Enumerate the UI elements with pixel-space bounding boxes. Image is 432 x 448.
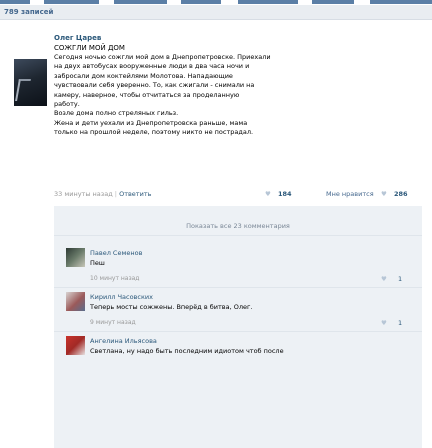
post-line: на двух автобусах вооруженные люди в два…: [54, 62, 250, 71]
post-line: Жена и дети уехали из Днепропетровска ра…: [54, 118, 248, 127]
comment-like-count[interactable]: 1: [398, 319, 402, 327]
post-author[interactable]: Олег Царев: [54, 34, 101, 42]
meta-separator: |: [114, 190, 117, 198]
wall-header: 789 записей: [0, 5, 432, 20]
post-time-group: 33 минуты назад | Ответить: [54, 190, 151, 198]
comment-time[interactable]: 10 минут назад: [90, 275, 139, 282]
commenter-avatar[interactable]: [66, 292, 85, 311]
post-line: работу.: [54, 100, 80, 109]
divider: [54, 331, 422, 332]
commenter-avatar[interactable]: [66, 336, 85, 355]
post-line: Сегодня ночью сожгли мой дом в Днепропет…: [54, 53, 271, 61]
comment-time[interactable]: 9 минут назад: [90, 319, 136, 326]
post-meta: 33 минуты назад | Ответить ♥ 184 Мне нра…: [54, 190, 422, 200]
commenter-name[interactable]: Кирилл Часовских: [90, 293, 153, 301]
post-line: только на прошлой неделе, поэтому никто …: [54, 128, 254, 137]
author-avatar[interactable]: [14, 59, 47, 106]
commenter-name[interactable]: Ангелина Ильясова: [90, 337, 157, 345]
posts-count[interactable]: 789 записей: [4, 8, 53, 16]
heart-icon[interactable]: ♥: [381, 190, 387, 198]
like-button[interactable]: Мне нравится: [326, 190, 374, 198]
comment-like-count[interactable]: 1: [398, 275, 402, 283]
post-body: Сегодня ночью сожгли мой дом в Днепропет…: [54, 53, 419, 138]
like-count[interactable]: 286: [394, 190, 408, 198]
post-counter[interactable]: 184: [278, 190, 292, 198]
divider: [54, 235, 422, 236]
post-line: забросали дом коктейлями Молотова. Напад…: [54, 71, 233, 80]
post-title: СОЖГЛИ МОЙ ДОМ: [54, 44, 125, 52]
comment-text: Светлана, ну надо быть последним идиотом…: [90, 347, 284, 355]
show-all-comments-link[interactable]: Показать все 23 комментария: [54, 222, 422, 230]
commenter-avatar[interactable]: [66, 248, 85, 267]
heart-icon[interactable]: ♥: [381, 319, 387, 327]
post-time[interactable]: 33 минуты назад: [54, 190, 113, 198]
commenter-name[interactable]: Павел Семенов: [90, 249, 142, 257]
divider: [54, 287, 422, 288]
post-line: камеру, наверное, чтобы отчитаться за пр…: [54, 90, 240, 99]
avatar-figure: [15, 79, 31, 101]
top-navigation-strip: [0, 0, 432, 4]
comments-section: Показать все 23 комментария Павел Семено…: [54, 206, 422, 448]
heart-icon[interactable]: ♥: [381, 275, 387, 283]
reply-button[interactable]: Ответить: [119, 190, 151, 198]
comment-text: Теперь мосты сожжены. Вперёд в битва, Ол…: [90, 303, 253, 311]
post-line: Возле дома полно стреляных гильз.: [54, 109, 179, 118]
comment-text: Пеш: [90, 259, 105, 267]
heart-icon: ♥: [265, 190, 271, 198]
post-line: чувствовали себя уверенно. То, как сжига…: [54, 81, 255, 90]
